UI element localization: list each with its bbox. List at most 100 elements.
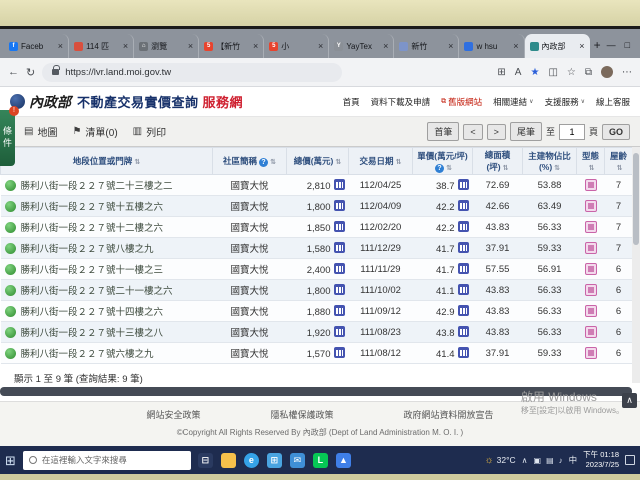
speaker-muted-icon[interactable]: ♪ (559, 456, 563, 465)
notification-center-icon[interactable] (625, 455, 635, 465)
read-aloud-icon[interactable]: A (515, 67, 522, 78)
expand-row-icon[interactable] (5, 243, 16, 254)
address-link[interactable]: 勝利八街一段２２７號八樓之九 (21, 244, 154, 255)
address-link[interactable]: 勝利八街一段２２７號六樓之九 (21, 349, 154, 360)
sort-icon[interactable]: ⇅ (446, 165, 452, 172)
tab-actions-icon[interactable]: ⊞ (497, 67, 505, 78)
folder-tray-icon[interactable]: ▤ (546, 456, 554, 465)
column-header[interactable]: 社區簡稱?⇅ (213, 148, 287, 175)
price-trend-icon[interactable] (458, 347, 469, 358)
column-header[interactable]: 總面積(坪)⇅ (473, 148, 523, 175)
community-cell[interactable]: 國寶大悅 (213, 196, 287, 217)
price-trend-icon[interactable] (334, 263, 345, 274)
browser-tab[interactable]: ⌂瀏覽× (134, 34, 199, 58)
price-trend-icon[interactable] (458, 179, 469, 190)
footer-link[interactable]: 隱私權保護政策 (270, 408, 333, 421)
community-cell[interactable]: 國寶大悅 (213, 238, 287, 259)
search-conditions-tab[interactable]: ! 條件 (0, 110, 15, 166)
start-button[interactable]: ⊞ (5, 454, 16, 467)
browser-tab[interactable]: 5【新竹× (199, 34, 264, 58)
community-cell[interactable]: 國寶大悅 (213, 301, 287, 322)
profile-avatar[interactable]: ● (601, 66, 613, 78)
tab-close-icon[interactable]: × (123, 41, 128, 51)
expand-row-icon[interactable] (5, 327, 16, 338)
column-header[interactable]: 屋齡⇅ (605, 148, 633, 175)
browser-tab[interactable]: 內政部× (525, 34, 590, 58)
site-nav-item[interactable]: ⧉舊版網站 (441, 96, 482, 108)
price-trend-icon[interactable] (334, 284, 345, 295)
page-input[interactable] (559, 124, 585, 140)
column-header[interactable]: 單價(萬元/坪)?⇅ (413, 148, 473, 175)
tab-close-icon[interactable]: × (579, 41, 584, 51)
minimize-button[interactable]: — (607, 40, 616, 50)
first-page-button[interactable]: 首筆 (427, 122, 459, 141)
file-explorer-icon[interactable] (221, 453, 236, 468)
vertical-scrollbar[interactable] (632, 147, 640, 383)
price-trend-icon[interactable] (458, 221, 469, 232)
browser-tab[interactable]: 新竹× (394, 34, 459, 58)
sort-icon[interactable]: ⇅ (503, 165, 509, 172)
browser-tab[interactable]: fFaceb× (4, 34, 69, 58)
photos-icon[interactable]: ▲ (336, 453, 351, 468)
price-trend-icon[interactable] (334, 326, 345, 337)
footer-link[interactable]: 網站安全政策 (146, 408, 200, 421)
address-link[interactable]: 勝利八街一段２２７號十五樓之六 (21, 202, 164, 213)
price-trend-icon[interactable] (334, 242, 345, 253)
next-page-button[interactable]: > (487, 124, 506, 140)
community-cell[interactable]: 國寶大悅 (213, 343, 287, 364)
sort-icon[interactable]: ⇅ (270, 159, 276, 166)
site-nav-item[interactable]: 線上客服 (596, 96, 630, 108)
tab-close-icon[interactable]: × (318, 41, 323, 51)
community-cell[interactable]: 國寶大悅 (213, 217, 287, 238)
last-page-button[interactable]: 尾筆 (510, 122, 542, 141)
price-trend-icon[interactable] (334, 305, 345, 316)
community-cell[interactable]: 國寶大悅 (213, 280, 287, 301)
community-cell[interactable]: 國寶大悅 (213, 259, 287, 280)
new-tab-button[interactable]: + (594, 38, 601, 52)
expand-row-icon[interactable] (5, 201, 16, 212)
collections-icon[interactable]: ⧉ (585, 67, 592, 78)
taskbar-search-input[interactable]: 在這裡輸入文字來搜尋 (23, 451, 191, 470)
tab-close-icon[interactable]: × (513, 41, 518, 51)
expand-row-icon[interactable] (5, 285, 16, 296)
back-button[interactable]: ← (8, 66, 19, 78)
browser-tab[interactable]: YYayTex× (329, 34, 394, 58)
price-trend-icon[interactable] (334, 200, 345, 211)
community-cell[interactable]: 國寶大悅 (213, 175, 287, 196)
column-header[interactable]: 型態⇅ (577, 148, 605, 175)
price-trend-icon[interactable] (458, 305, 469, 316)
address-link[interactable]: 勝利八街一段２２７號二十一樓之六 (21, 286, 173, 297)
split-screen-icon[interactable]: ◫ (548, 67, 557, 78)
list-button[interactable]: ⚑清單(0) (72, 124, 117, 139)
sort-icon[interactable]: ⇅ (617, 165, 623, 172)
go-button[interactable]: GO (602, 124, 630, 140)
column-header[interactable]: 主建物佔比(%)⇅ (523, 148, 577, 175)
site-nav-item[interactable]: 支援服務∨ (545, 96, 585, 108)
sort-icon[interactable]: ⇅ (554, 165, 560, 172)
footer-link[interactable]: 政府網站資料開放宣告 (404, 408, 494, 421)
favorites-bar-icon[interactable]: ☆ (567, 67, 576, 78)
price-trend-icon[interactable] (458, 263, 469, 274)
tab-close-icon[interactable]: × (58, 41, 63, 51)
edge-icon[interactable]: e (244, 453, 259, 468)
expand-row-icon[interactable] (5, 348, 16, 359)
clock[interactable]: 下午 01:18 2023/7/25 (583, 450, 619, 470)
help-icon[interactable]: ? (435, 164, 444, 173)
expand-row-icon[interactable] (5, 264, 16, 275)
mail-icon[interactable]: ✉ (290, 453, 305, 468)
store-icon[interactable]: ⊞ (267, 453, 282, 468)
sort-icon[interactable]: ⇅ (335, 159, 341, 166)
sort-icon[interactable]: ⇅ (134, 159, 140, 166)
sort-icon[interactable]: ⇅ (396, 159, 402, 166)
site-nav-item[interactable]: 相關連結∨ (493, 96, 533, 108)
price-trend-icon[interactable] (458, 200, 469, 211)
price-trend-icon[interactable] (334, 221, 345, 232)
prev-page-button[interactable]: < (463, 124, 482, 140)
site-nav-item[interactable]: 資料下載及申請 (371, 96, 431, 108)
tab-close-icon[interactable]: × (383, 41, 388, 51)
price-trend-icon[interactable] (334, 179, 345, 190)
community-cell[interactable]: 國寶大悅 (213, 322, 287, 343)
tab-close-icon[interactable]: × (448, 41, 453, 51)
browser-tab[interactable]: 114 匹× (69, 34, 134, 58)
site-nav-item[interactable]: 首頁 (343, 96, 360, 108)
